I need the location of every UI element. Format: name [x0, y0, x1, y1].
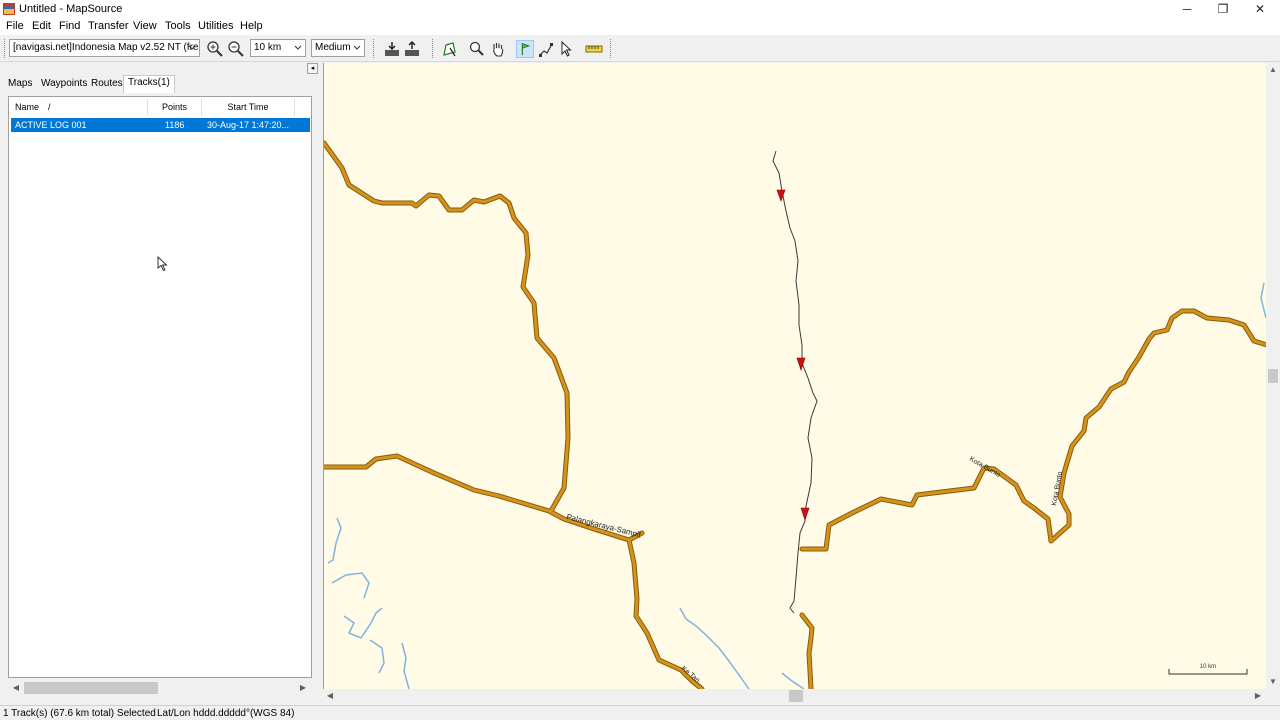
map-vertical-scrollbar[interactable]: ▲ ▼ [1266, 63, 1280, 689]
toolbar-grip[interactable] [432, 39, 434, 58]
track-marker-icon[interactable] [800, 507, 810, 521]
zoom-out-icon[interactable] [227, 40, 245, 58]
track-name: ACTIVE LOG 001 [15, 120, 87, 130]
window-title: Untitled - MapSource [19, 3, 123, 15]
toolbar-separator [610, 39, 612, 58]
scroll-right-icon[interactable]: ▶ [1252, 690, 1264, 702]
column-header-start-time[interactable]: Start Time [202, 99, 295, 116]
road-network [324, 140, 1266, 689]
toolbar-grip[interactable] [373, 39, 375, 58]
status-bar: 1 Track(s) (67.6 km total) Selected Lat/… [0, 705, 1280, 720]
tracks-list-horizontal-scrollbar[interactable]: ◀ ▶ [8, 680, 312, 696]
scale-label: 10 km [1200, 664, 1216, 670]
mouse-pointer-icon [157, 256, 168, 272]
title-bar: Untitled - MapSource ─ ❐ ✕ [0, 0, 1280, 19]
scrollbar-thumb[interactable] [24, 682, 158, 694]
menu-bar: File Edit Find Transfer View Tools Utili… [0, 19, 1280, 35]
tab-maps[interactable]: Maps [4, 77, 36, 93]
scroll-right-icon[interactable]: ▶ [297, 682, 309, 694]
status-selection: 1 Track(s) (67.6 km total) Selected [3, 708, 156, 719]
chevron-down-icon [353, 45, 361, 50]
zoom-tool-icon[interactable] [468, 40, 486, 58]
menu-file[interactable]: File [6, 20, 24, 32]
table-row[interactable]: ACTIVE LOG 001 1186 30-Aug-17 1:47:20... [11, 118, 310, 132]
gps-track-line[interactable] [772, 150, 818, 614]
toolbar: [navigasi.net]Indonesia Map v2.52 NT (fr… [0, 35, 1280, 62]
track-points: 1186 [165, 120, 185, 130]
sort-indicator: / [48, 102, 51, 112]
map-horizontal-scrollbar[interactable]: ◀ ▶ [323, 689, 1266, 703]
restore-button[interactable]: ❐ [1205, 0, 1241, 19]
mapsource-app-icon [3, 3, 15, 15]
route-tool-icon[interactable] [537, 40, 555, 58]
track-start-time: 30-Aug-17 1:47:20... [207, 120, 290, 130]
scroll-up-icon[interactable]: ▲ [1267, 64, 1279, 76]
pointer-tool-icon[interactable] [558, 40, 576, 58]
measure-distance-icon[interactable] [585, 40, 603, 58]
menu-edit[interactable]: Edit [32, 20, 51, 32]
scrollbar-thumb[interactable] [789, 690, 803, 702]
map-product-select[interactable]: [navigasi.net]Indonesia Map v2.52 NT (fr… [9, 39, 200, 57]
tracks-list[interactable]: Name / Points Start Time ACTIVE LOG 001 … [8, 96, 312, 678]
menu-help[interactable]: Help [240, 20, 263, 32]
menu-utilities[interactable]: Utilities [198, 20, 233, 32]
chevron-down-icon [188, 45, 196, 50]
menu-transfer[interactable]: Transfer [88, 20, 129, 32]
map-scale-bar: 10 km [1168, 664, 1248, 675]
status-coordinate-format: Lat/Lon hddd.ddddd°(WGS 84) [157, 708, 295, 719]
detail-level-select[interactable]: Medium [311, 39, 365, 57]
receive-from-device-icon[interactable] [383, 40, 401, 58]
map-canvas[interactable]: Palangkaraya-Sampit Kota Bunto Kota Bunt… [324, 63, 1266, 689]
scroll-down-icon[interactable]: ▼ [1267, 676, 1279, 688]
minimize-button[interactable]: ─ [1169, 0, 1205, 19]
menu-tools[interactable]: Tools [165, 20, 191, 32]
road-label-kota-bunto: Kota Bunto [968, 456, 1002, 479]
scroll-left-icon[interactable]: ◀ [324, 690, 336, 702]
send-to-device-icon[interactable] [403, 40, 421, 58]
zoom-in-icon[interactable] [206, 40, 224, 58]
menu-find[interactable]: Find [59, 20, 80, 32]
selection-tool-icon[interactable] [441, 40, 459, 58]
scroll-left-icon[interactable]: ◀ [10, 682, 22, 694]
tab-routes[interactable]: Routes [87, 77, 127, 93]
scrollbar-thumb[interactable] [1268, 369, 1278, 383]
collapse-sidebar-button[interactable]: ◂ [307, 63, 318, 74]
zoom-scale-value: 10 km [254, 42, 282, 53]
column-name-label: Name [15, 102, 40, 112]
column-header-points[interactable]: Points [148, 99, 202, 116]
tab-tracks[interactable]: Tracks(1) [123, 75, 175, 93]
chevron-down-icon [294, 45, 302, 50]
map-view[interactable]: Palangkaraya-Sampit Kota Bunto Kota Bunt… [323, 63, 1266, 689]
road-label-ke-tan: Ke Tan... [680, 665, 706, 688]
menu-view[interactable]: View [133, 20, 157, 32]
tab-waypoints[interactable]: Waypoints [37, 77, 91, 93]
map-product-value: [navigasi.net]Indonesia Map v2.52 NT (fr… [13, 42, 200, 53]
zoom-scale-select[interactable]: 10 km [250, 39, 306, 57]
track-markers [776, 189, 810, 521]
column-header-name[interactable]: Name / [10, 99, 148, 116]
waypoint-tool-icon[interactable] [516, 40, 534, 58]
toolbar-grip[interactable] [4, 39, 6, 58]
hand-pan-icon[interactable] [489, 40, 507, 58]
close-button[interactable]: ✕ [1242, 0, 1278, 19]
detail-level-value: Medium [315, 42, 351, 53]
